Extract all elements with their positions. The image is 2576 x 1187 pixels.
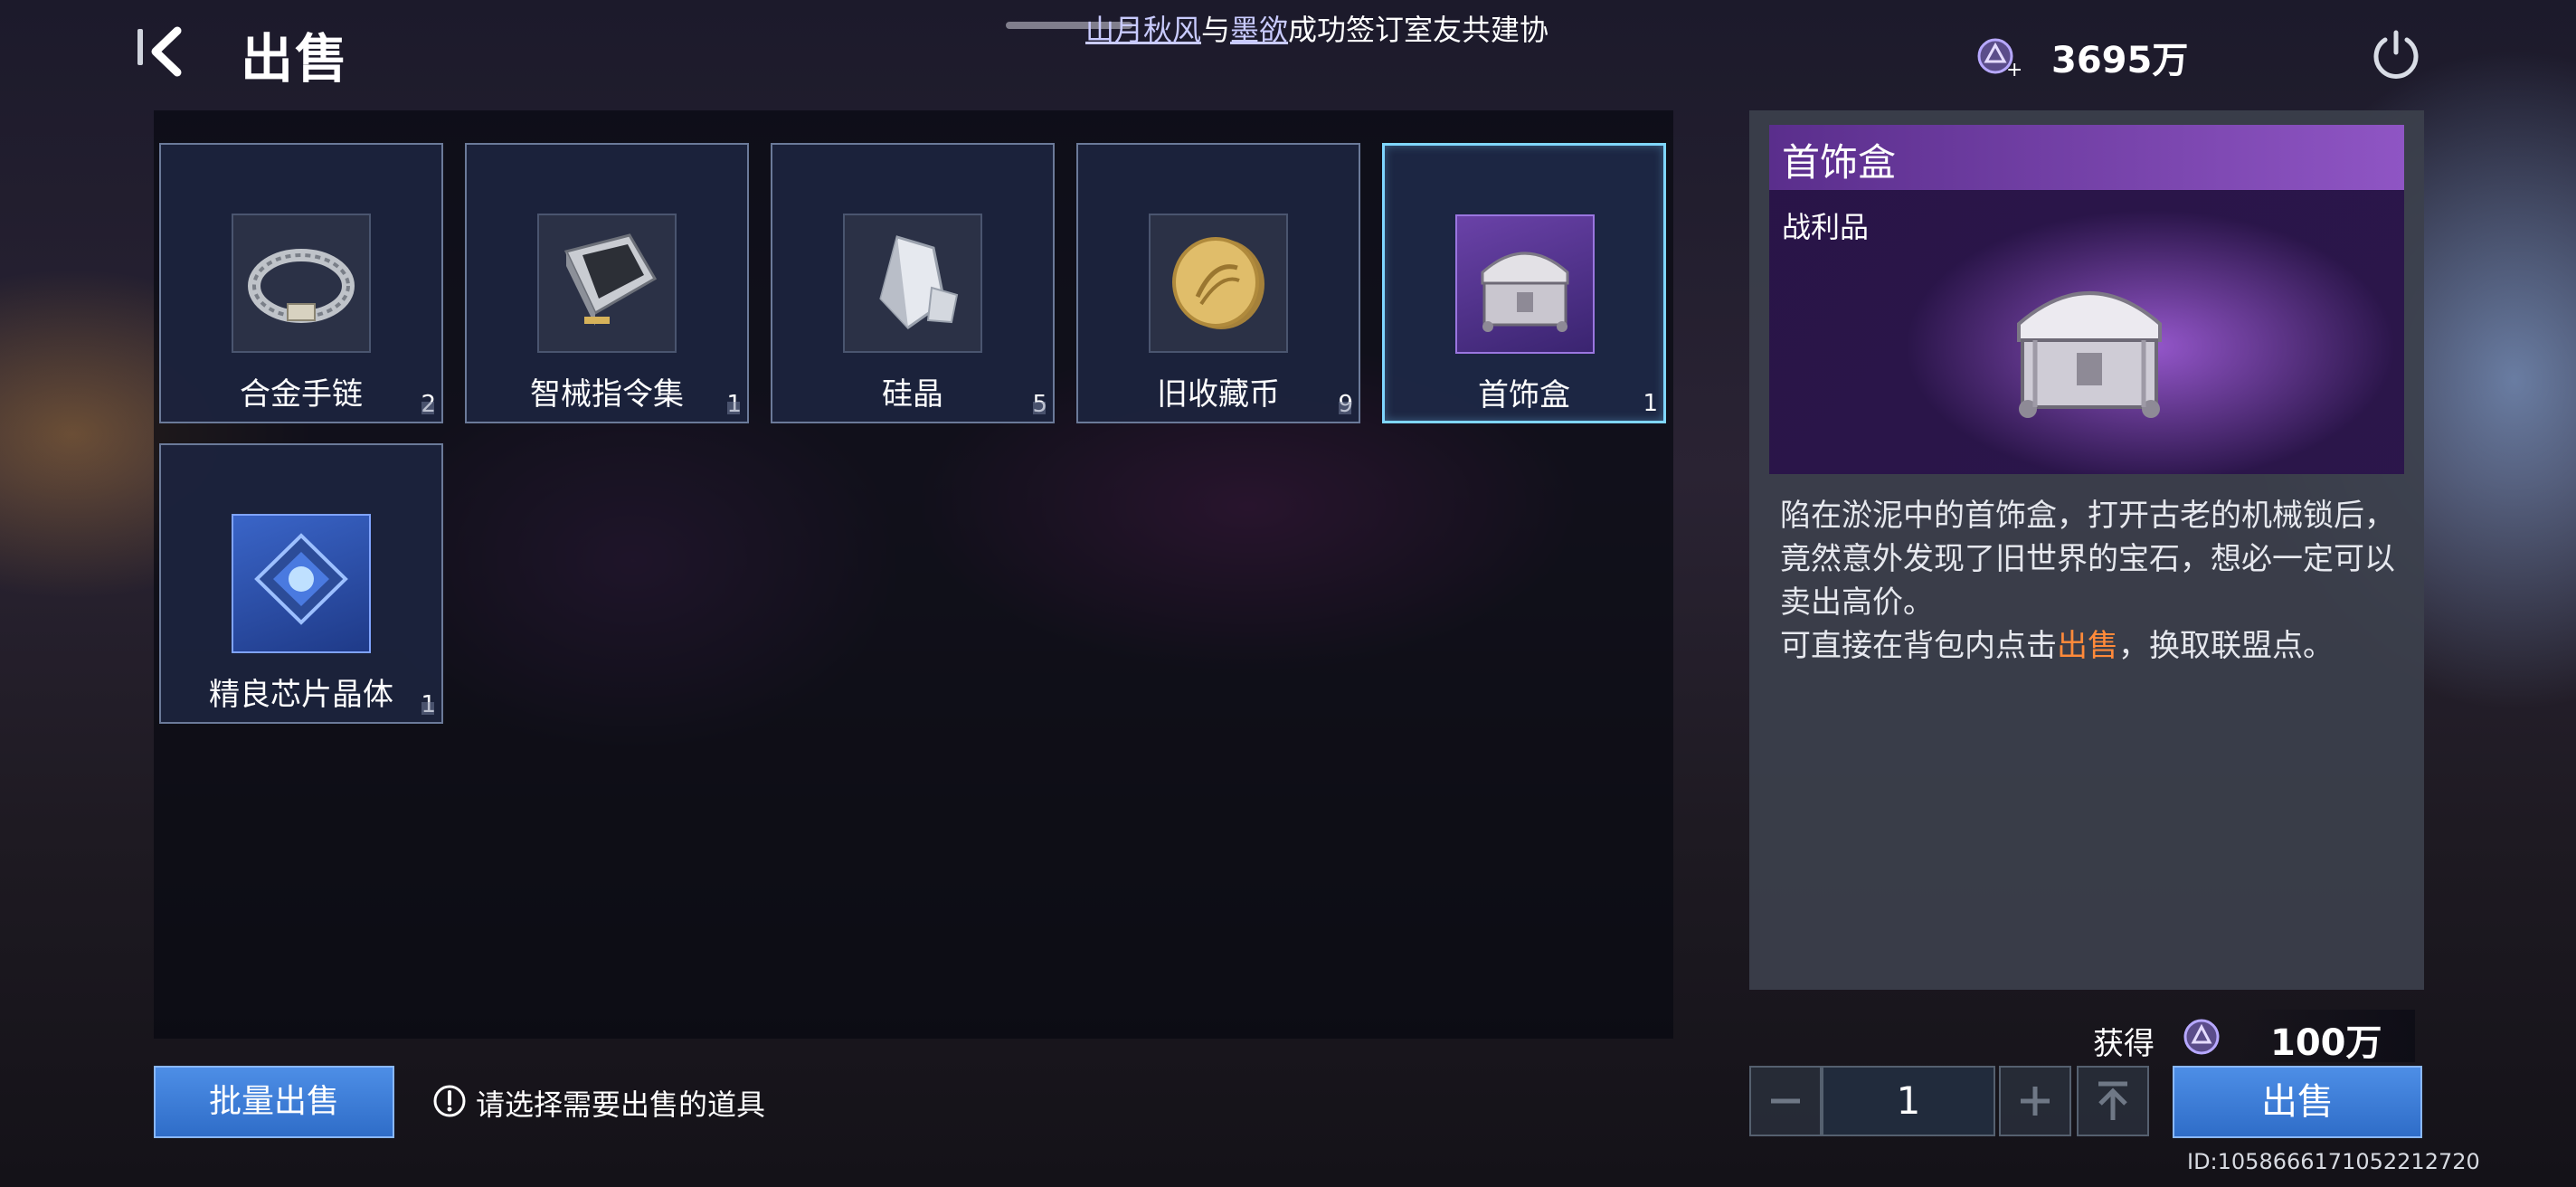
description-text: 陷在淤泥中的首饰盒，打开古老的机械锁后，竟然意外发现了旧世界的宝石，想必一定可以… [1780,498,2395,621]
slot-corner-mark [1033,402,1046,414]
item-thumbnail [232,214,371,353]
item-thumbnail [1149,214,1288,353]
item-thumbnail [843,214,982,353]
chip-card-icon [564,233,658,326]
detail-item-name: 首饰盒 [1782,140,1897,185]
increase-quantity-button[interactable] [1999,1066,2071,1136]
gain-label: 获得 [2093,1026,2155,1062]
max-quantity-button[interactable] [2077,1066,2149,1136]
item-thumbnail [232,514,371,653]
jewelry-box-icon [1999,253,2180,425]
item-thumbnail [537,214,677,353]
detail-description: 陷在淤泥中的首饰盒，打开古老的机械锁后，竟然意外发现了旧世界的宝石，想必一定可以… [1780,494,2395,668]
item-slot[interactable]: 1 智械指令集 [465,143,749,423]
notice-text: 成功签订室友共建协 [1288,13,1549,47]
item-name: 智械指令集 [530,376,684,413]
arrow-up-to-max-icon [2098,1081,2127,1120]
item-name: 旧收藏币 [1157,376,1280,413]
item-thumbnail [1455,214,1595,354]
sell-button[interactable]: 出售 [2173,1066,2422,1138]
quantity-input[interactable]: 1 [1822,1066,1995,1136]
crystal-icon [879,235,959,329]
slot-corner-mark [421,702,434,715]
plus-icon [2021,1087,2050,1116]
coin-icon [1172,237,1264,329]
item-slot[interactable]: 9 旧收藏币 [1076,143,1360,423]
notice-joiner: 与 [1201,13,1231,47]
slot-corner-mark [1339,402,1351,414]
exclamation-icon [432,1084,467,1118]
alliance-point-icon [2182,1017,2221,1057]
bracelet-icon [248,249,355,323]
chip-crystal-icon [254,533,348,625]
tip-highlight: 出售 [2057,628,2118,664]
decrease-quantity-button[interactable] [1749,1066,1822,1136]
page-title: 出售 [241,28,350,90]
item-slot[interactable]: 5 硅晶 [771,143,1055,423]
selection-hint: 请选择需要出售的道具 [476,1087,766,1122]
broadcast-notice: 山月秋风与墨欲成功签订室友共建协 [1085,7,1548,49]
jewelry-box-icon [1481,252,1569,332]
slot-corner-mark [727,402,740,414]
notice-player-1[interactable]: 山月秋风 [1085,13,1201,47]
item-name: 精良芯片晶体 [209,677,393,713]
currency-amount: 3695万 [2051,40,2189,81]
gain-amount: 100万 [2270,1022,2382,1064]
alliance-point-icon[interactable]: + [1975,34,2022,81]
chevron-left-icon [151,26,182,77]
svg-text:+: + [2006,59,2021,80]
tip-suffix: ，换取联盟点。 [2118,628,2334,664]
slot-corner-mark [421,402,434,414]
tip-prefix: 可直接在背包内点击 [1780,628,2057,664]
item-name: 首饰盒 [1478,377,1570,413]
user-id: ID:1058666171052212720 [2187,1149,2480,1174]
notice-player-2[interactable]: 墨欲 [1230,13,1288,47]
item-slot[interactable]: 2 合金手链 [159,143,443,423]
gain-amount-box: 100万 [2234,1010,2415,1064]
item-name: 合金手链 [240,376,363,413]
power-icon[interactable] [2368,25,2424,81]
sell-tip: 可直接在背包内点击出售，换取联盟点。 [1780,624,2395,668]
minus-icon [1771,1098,1800,1104]
item-slot-selected[interactable]: 1 首饰盒 [1382,143,1666,423]
detail-item-type: 战利品 [1782,210,1870,244]
batch-sell-button[interactable]: 批量出售 [154,1066,394,1138]
item-slot[interactable]: 1 精良芯片晶体 [159,443,443,724]
back-button[interactable] [136,20,208,83]
item-name: 硅晶 [882,376,943,413]
